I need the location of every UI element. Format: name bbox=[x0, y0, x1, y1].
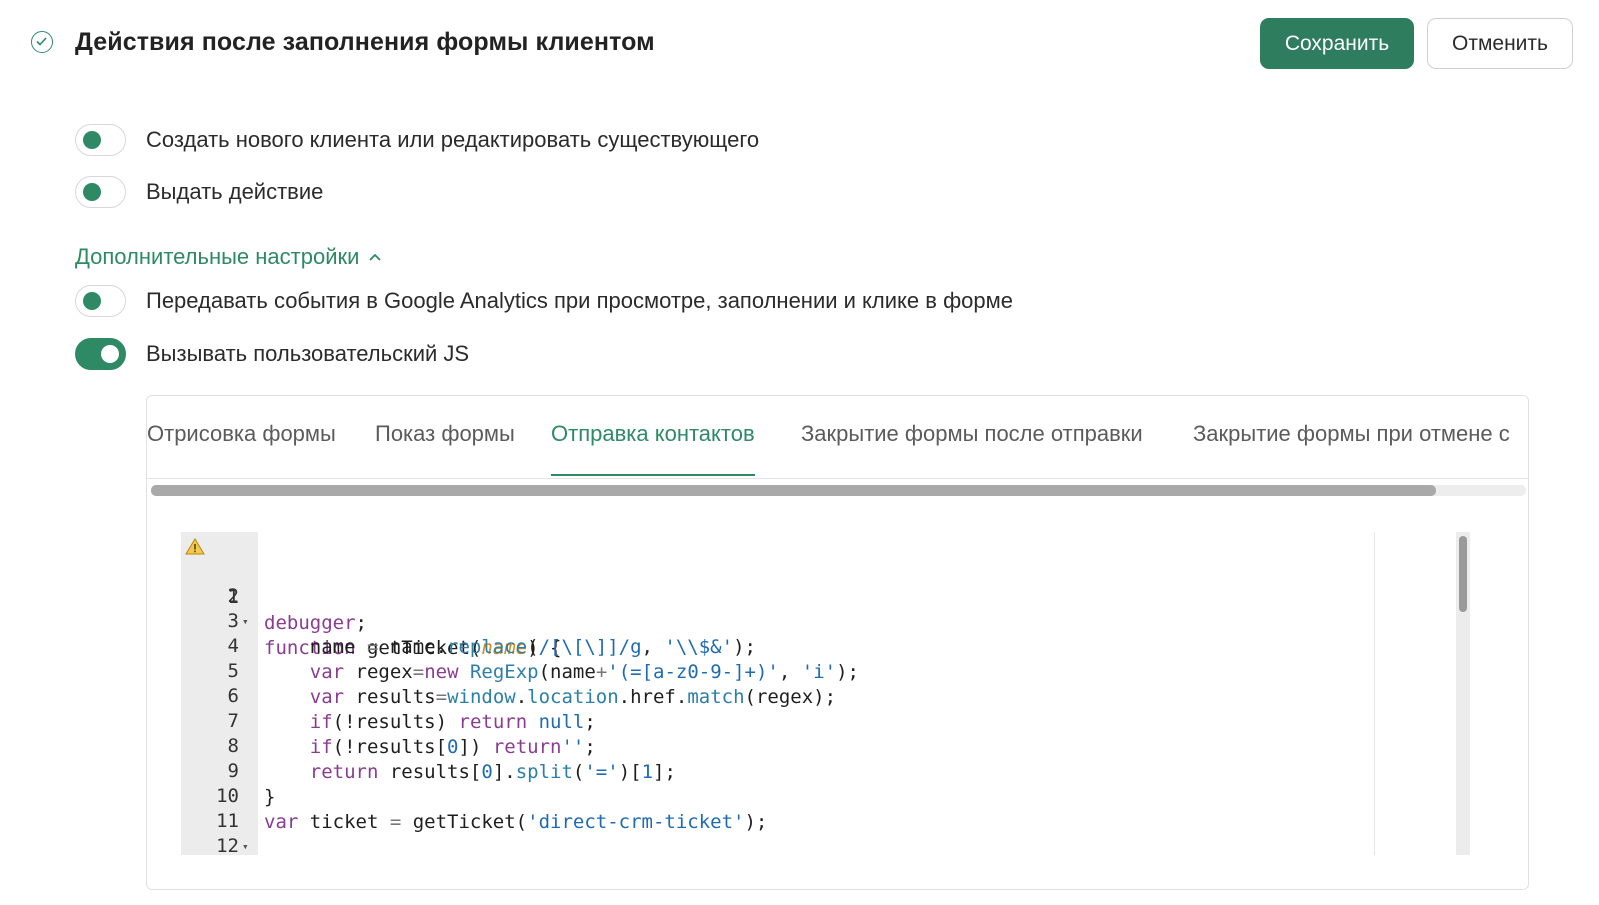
tab-form-show[interactable]: Показ формы bbox=[375, 421, 515, 476]
code-line: 2 ▾ function getTicket(name) { bbox=[181, 557, 562, 659]
custom-js-panel: Отрисовка формы Показ формы Отправка кон… bbox=[146, 395, 1529, 890]
tabs-horizontal-scrollbar[interactable] bbox=[151, 485, 1526, 496]
code-editor[interactable]: 1 debugger; 2 ▾ function getTicket(name)… bbox=[181, 532, 1481, 855]
code-text: if(!results[0]) return''; bbox=[309, 736, 596, 758]
toggle-row-custom-js: Вызывать пользовательский JS bbox=[75, 337, 469, 371]
code-text: var results=window.location.href.match(r… bbox=[309, 686, 837, 708]
toggle-row-google-analytics: Передавать события в Google Analytics пр… bbox=[75, 284, 1013, 318]
editor-vertical-scrollbar[interactable] bbox=[1456, 532, 1470, 855]
google-analytics-label: Передавать события в Google Analytics пр… bbox=[146, 288, 1014, 313]
code-text: return results[0].split('=')[1]; bbox=[309, 761, 676, 783]
code-line: 11 ▾ mindbox("async", { bbox=[181, 782, 250, 853]
js-event-tabs: Отрисовка формы Показ формы Отправка кон… bbox=[147, 396, 1528, 479]
toggle-row-create-client: Создать нового клиента или редактировать… bbox=[75, 123, 759, 157]
page-title: Действия после заполнения формы клиентом bbox=[75, 28, 655, 56]
code-line: 6 if(!results) return null; bbox=[181, 657, 596, 733]
scrollbar-thumb[interactable] bbox=[1459, 536, 1467, 612]
custom-js-label: Вызывать пользовательский JS bbox=[146, 341, 470, 366]
save-button[interactable]: Сохранить bbox=[1260, 18, 1414, 69]
code-text: var ticket = getTicket('direct-crm-ticke… bbox=[264, 811, 768, 833]
toggle-knob bbox=[101, 345, 119, 363]
code-line: 4 var regex=new RegExp(name+'(=[a-z0-9-]… bbox=[181, 607, 859, 683]
advanced-settings-link[interactable]: Дополнительные настройки bbox=[75, 244, 382, 270]
tab-close-on-cancel[interactable]: Закрытие формы при отмене с bbox=[1193, 421, 1510, 476]
code-line: 12 operation: "RedaktirovaniePodpiskiSoS… bbox=[181, 807, 250, 855]
give-action-toggle[interactable] bbox=[75, 176, 126, 208]
toggle-knob bbox=[83, 292, 101, 310]
toggle-row-give-action: Выдать действие bbox=[75, 175, 323, 209]
print-margin bbox=[1374, 532, 1375, 855]
code-line: 7 if(!results[0]) return''; bbox=[181, 682, 596, 758]
code-text: var regex=new RegExp(name+'(=[a-z0-9-]+)… bbox=[309, 661, 859, 683]
code-text: if(!results) return null; bbox=[309, 711, 596, 733]
tab-contacts-submit[interactable]: Отправка контактов bbox=[551, 421, 755, 476]
code-line: 13 ▾ data: { bbox=[181, 832, 250, 855]
scrollbar-thumb[interactable] bbox=[151, 485, 1436, 496]
code-line: 9 } bbox=[181, 732, 276, 808]
give-action-label: Выдать действие bbox=[146, 179, 324, 204]
google-analytics-toggle[interactable] bbox=[75, 285, 126, 317]
code-text: debugger; bbox=[264, 612, 367, 634]
cancel-button[interactable]: Отменить bbox=[1427, 18, 1573, 69]
code-line: 8 return results[0].split('=')[1]; bbox=[181, 707, 676, 783]
toggle-knob bbox=[83, 131, 101, 149]
tab-close-after-submit[interactable]: Закрытие формы после отправки bbox=[801, 421, 1143, 476]
toggle-knob bbox=[83, 183, 101, 201]
code-line: 3 name = name.replace(/[\[\]]/g, '\\$&')… bbox=[181, 582, 756, 658]
code-text: name = name.replace(/[\[\]]/g, '\\$&'); bbox=[264, 636, 756, 658]
tab-form-render[interactable]: Отрисовка формы bbox=[147, 421, 336, 476]
check-circle-icon bbox=[31, 31, 53, 53]
code-line: 1 debugger; bbox=[181, 532, 367, 634]
custom-js-toggle[interactable] bbox=[75, 338, 126, 370]
create-client-label: Создать нового клиента или редактировать… bbox=[146, 127, 760, 152]
code-line: 10 var ticket = getTicket('direct-crm-ti… bbox=[181, 757, 767, 833]
advanced-settings-label: Дополнительные настройки bbox=[75, 244, 360, 269]
code-text: } bbox=[264, 786, 276, 808]
create-client-toggle[interactable] bbox=[75, 124, 126, 156]
chevron-up-icon bbox=[369, 253, 382, 261]
code-line: 5 var results=window.location.href.match… bbox=[181, 632, 836, 708]
